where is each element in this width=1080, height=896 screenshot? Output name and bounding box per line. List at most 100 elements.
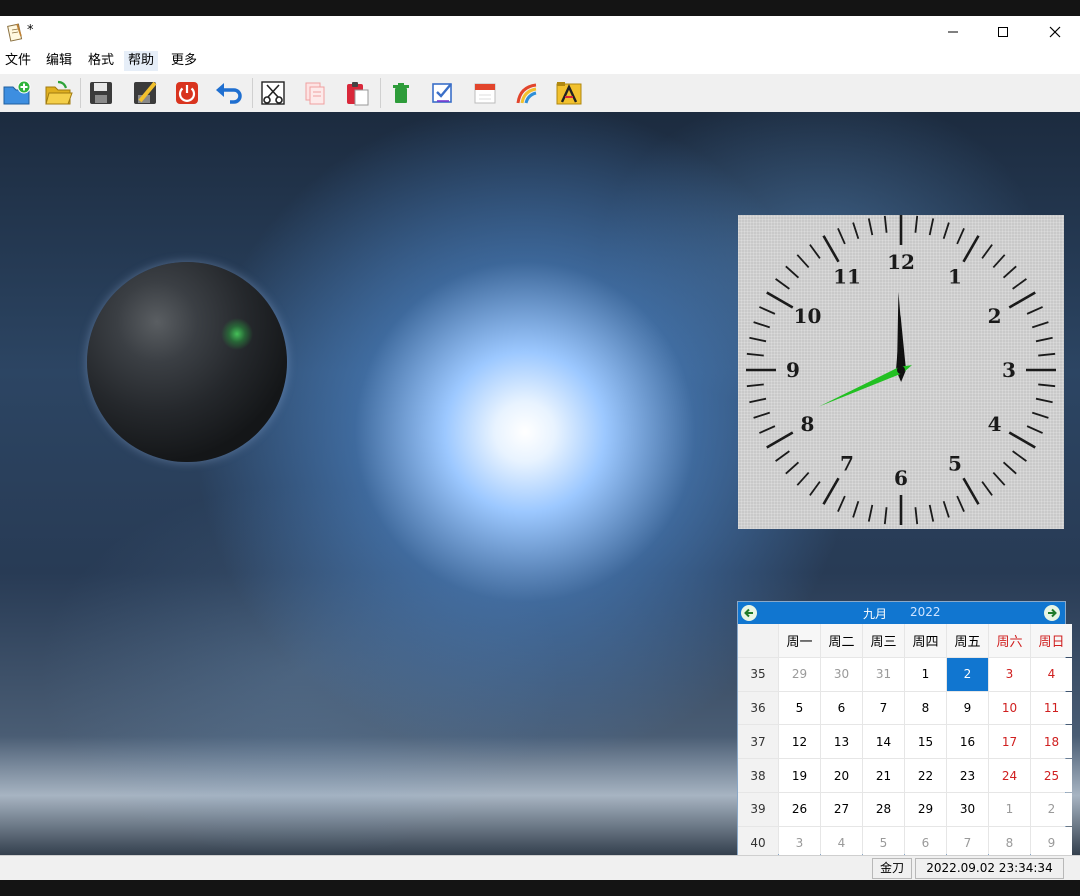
title-bar[interactable]: *: [0, 16, 1080, 48]
calendar-day[interactable]: 6: [821, 691, 862, 725]
menu-help[interactable]: 帮助: [124, 51, 159, 71]
calendar-day[interactable]: 12: [779, 725, 820, 759]
clock-tick: [1038, 383, 1056, 388]
save-icon[interactable]: [84, 76, 118, 110]
calendar-day[interactable]: 11: [1031, 691, 1072, 725]
calendar-day[interactable]: 30: [821, 657, 862, 691]
calendar-day[interactable]: 1: [989, 792, 1030, 826]
calendar-day[interactable]: 24: [989, 759, 1030, 792]
clock-number: 5: [948, 452, 962, 476]
paste-icon[interactable]: [340, 76, 374, 110]
calendar-day[interactable]: 7: [863, 691, 904, 725]
week-number: 36: [738, 691, 778, 725]
clock-tick: [962, 477, 980, 505]
calendar-day[interactable]: 2: [1031, 792, 1072, 826]
clock-number: 2: [988, 304, 1002, 328]
calendar-icon[interactable]: [468, 76, 502, 110]
calendar-day-selected[interactable]: 2: [947, 657, 988, 691]
calendar-day[interactable]: 22: [905, 759, 946, 792]
calendar-day[interactable]: 5: [863, 826, 904, 855]
arrow-left-icon: [744, 608, 753, 618]
calendar-day[interactable]: 31: [863, 657, 904, 691]
font-icon[interactable]: [552, 76, 586, 110]
calendar-day[interactable]: 26: [779, 792, 820, 826]
clock-tick: [753, 321, 771, 329]
clock-tick: [992, 254, 1006, 269]
weekday-header: 周四: [905, 624, 946, 657]
calendar-day[interactable]: 1: [905, 657, 946, 691]
calendar-day[interactable]: 8: [989, 826, 1030, 855]
calendar-day[interactable]: 5: [779, 691, 820, 725]
desktop-canvas[interactable]: 12 1 2 3 4 5 6 7 8 9 10 11 九月 2022 周一 周二 周三 周四 周五 周六 周日 35…: [0, 112, 1080, 855]
calendar-day[interactable]: 3: [989, 657, 1030, 691]
calendar-day[interactable]: 15: [905, 725, 946, 759]
calendar-day[interactable]: 19: [779, 759, 820, 792]
clock-tick: [822, 477, 840, 505]
calendar-day[interactable]: 4: [1031, 657, 1072, 691]
color-icon[interactable]: [510, 76, 544, 110]
new-folder-icon[interactable]: [0, 76, 34, 110]
calendar-day[interactable]: 18: [1031, 725, 1072, 759]
calendar-day[interactable]: 13: [821, 725, 862, 759]
power-icon[interactable]: [170, 76, 204, 110]
copy-icon[interactable]: [298, 76, 332, 110]
calendar-day[interactable]: 14: [863, 725, 904, 759]
open-folder-icon[interactable]: [42, 76, 76, 110]
calendar-year[interactable]: 2022: [910, 605, 941, 619]
next-month-button[interactable]: [1044, 605, 1060, 621]
calendar-day[interactable]: 3: [779, 826, 820, 855]
menu-more[interactable]: 更多: [167, 51, 201, 71]
month-calendar[interactable]: 九月 2022 周一 周二 周三 周四 周五 周六 周日 35 29 30 31 1 2 3 4 36 5 6 7 8…: [737, 601, 1072, 855]
clock-tick: [746, 352, 764, 357]
checkbox-icon[interactable]: [426, 76, 460, 110]
screen-bottom-border: [0, 880, 1080, 896]
calendar-day[interactable]: 17: [989, 725, 1030, 759]
clock-number: 11: [833, 264, 861, 288]
minimize-button[interactable]: [928, 16, 978, 48]
maximize-button[interactable]: [978, 16, 1028, 48]
weekday-header: 周三: [863, 624, 904, 657]
clock-tick: [766, 431, 794, 449]
calendar-month[interactable]: 九月: [863, 605, 887, 622]
calendar-day[interactable]: 28: [863, 792, 904, 826]
status-bar: 金刀 2022.09.02 23:34:34: [0, 855, 1080, 881]
clock-tick: [883, 507, 888, 525]
calendar-day[interactable]: 30: [947, 792, 988, 826]
calendar-day[interactable]: 25: [1031, 759, 1072, 792]
calendar-day[interactable]: 10: [989, 691, 1030, 725]
menu-format[interactable]: 格式: [84, 51, 118, 71]
calendar-day[interactable]: 23: [947, 759, 988, 792]
calendar-day[interactable]: 8: [905, 691, 946, 725]
clock-hub: [897, 366, 905, 374]
clock-tick: [928, 504, 935, 522]
edit-save-icon[interactable]: [128, 76, 162, 110]
calendar-day[interactable]: 29: [779, 657, 820, 691]
calendar-day[interactable]: 27: [821, 792, 862, 826]
clock-number: 3: [1002, 358, 1016, 382]
calendar-day[interactable]: 21: [863, 759, 904, 792]
menu-file[interactable]: 文件: [1, 51, 35, 71]
calendar-day[interactable]: 20: [821, 759, 862, 792]
calendar-day[interactable]: 6: [905, 826, 946, 855]
cut-icon[interactable]: [256, 76, 290, 110]
calendar-day[interactable]: 7: [947, 826, 988, 855]
week-number: 40: [738, 826, 778, 855]
clock-tick: [928, 218, 935, 236]
week-number: 39: [738, 792, 778, 826]
clock-tick: [942, 500, 950, 518]
calendar-day[interactable]: 4: [821, 826, 862, 855]
calendar-day[interactable]: 9: [947, 691, 988, 725]
calendar-day[interactable]: 29: [905, 792, 946, 826]
calendar-day[interactable]: 16: [947, 725, 988, 759]
close-button[interactable]: [1030, 16, 1080, 48]
undo-icon[interactable]: [212, 76, 246, 110]
calendar-day[interactable]: 9: [1031, 826, 1072, 855]
prev-month-button[interactable]: [741, 605, 757, 621]
week-number: 38: [738, 759, 778, 792]
menu-edit[interactable]: 编辑: [42, 51, 76, 71]
clock-number: 4: [988, 412, 1002, 436]
clock-tick: [746, 383, 764, 388]
window-title: *: [27, 23, 34, 38]
week-number: 37: [738, 725, 778, 759]
delete-icon[interactable]: [384, 76, 418, 110]
